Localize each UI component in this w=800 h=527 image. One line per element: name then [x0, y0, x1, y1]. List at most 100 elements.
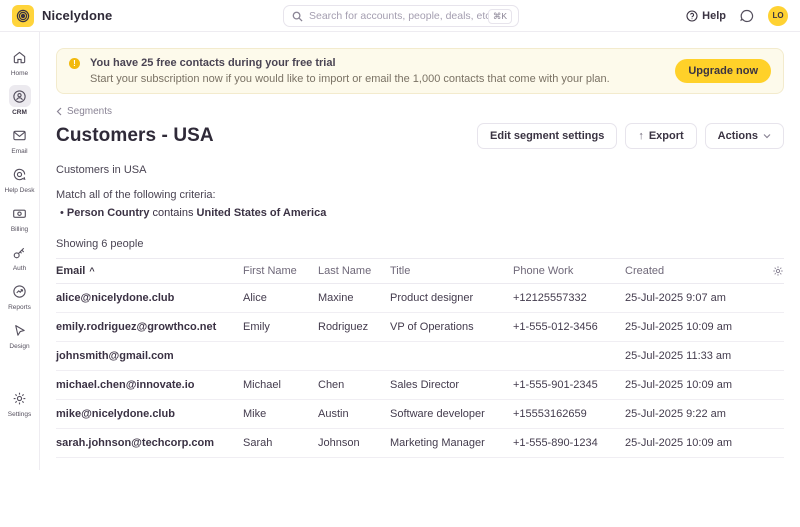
table-header: Email ^ First Name Last Name Title Phone… — [56, 258, 784, 284]
column-header-first-name[interactable]: First Name — [243, 265, 318, 277]
cell-created: 25-Jul-2025 10:09 am — [625, 379, 733, 391]
sidebar-label: Auth — [12, 265, 27, 272]
criteria-operator: contains — [152, 207, 194, 219]
email-icon — [9, 124, 31, 146]
sidebar-label: Home — [10, 70, 29, 77]
design-icon — [9, 319, 31, 341]
bullet: • — [60, 207, 64, 219]
cell-last-name: Johnson — [318, 437, 360, 449]
topbar: Nicelydone ⌘K Help LO — [0, 0, 800, 32]
trial-banner: ! You have 25 free contacts during your … — [56, 48, 784, 94]
sidebar-item-email[interactable]: Email — [0, 124, 40, 155]
sidebar-label: Settings — [7, 411, 32, 418]
help-button[interactable]: Help — [686, 10, 726, 22]
cell-first-name: Mike — [243, 408, 267, 420]
segment-description: Customers in USA — [56, 164, 147, 176]
cell-title: Product designer — [390, 292, 474, 304]
table-row[interactable]: alice@nicelydone.club Alice Maxine Produ… — [56, 284, 784, 313]
actions-label: Actions — [717, 130, 758, 142]
notification-icon[interactable] — [740, 9, 754, 23]
cell-title: VP of Operations — [390, 321, 474, 333]
auth-icon — [9, 241, 31, 263]
sidebar-item-help-desk[interactable]: Help Desk — [0, 163, 40, 194]
cell-email: alice@nicelydone.club — [56, 292, 175, 304]
cell-created: 25-Jul-2025 9:22 am — [625, 408, 726, 420]
cell-first-name: Alice — [243, 292, 267, 304]
cell-title: Marketing Manager — [390, 437, 485, 449]
cell-first-name: Sarah — [243, 437, 273, 449]
cell-last-name: Austin — [318, 408, 349, 420]
sidebar-label: CRM — [12, 109, 27, 116]
column-header-created[interactable]: Created — [625, 265, 760, 277]
user-avatar[interactable]: LO — [768, 5, 788, 26]
chevron-left-icon — [56, 107, 62, 116]
criteria-intro: Match all of the following criteria: — [56, 189, 216, 201]
actions-button[interactable]: Actions — [704, 123, 784, 149]
cell-email: emily.rodriguez@growthco.net — [56, 321, 217, 333]
breadcrumb-label: Segments — [67, 106, 113, 117]
brand-name: Nicelydone — [42, 8, 113, 23]
column-label: Email — [56, 265, 86, 277]
search-shortcut-badge: ⌘K — [487, 8, 512, 24]
table-row[interactable]: michael.chen@innovate.io Michael Chen Sa… — [56, 371, 784, 400]
reports-icon — [9, 280, 31, 302]
avatar-initials: LO — [772, 11, 784, 20]
help-label: Help — [702, 9, 726, 22]
cell-last-name: Chen — [318, 379, 345, 391]
criteria-value: United States of America — [196, 207, 327, 219]
crm-icon — [8, 85, 31, 107]
cell-phone-work: +12125557332 — [513, 292, 587, 304]
cell-email: sarah.johnson@techcorp.com — [56, 437, 215, 449]
sidebar-item-design[interactable]: Design — [0, 319, 40, 350]
column-settings-gear-icon[interactable] — [760, 265, 784, 277]
home-icon — [9, 46, 31, 68]
app-logo-icon — [12, 4, 34, 27]
cell-email: mike@nicelydone.club — [56, 408, 175, 420]
page-title: Customers - USA — [56, 125, 214, 146]
settings-gear-icon — [9, 387, 31, 409]
sidebar-label: Email — [11, 148, 28, 155]
edit-segment-settings-label: Edit segment settings — [490, 130, 605, 142]
export-label: Export — [648, 130, 684, 142]
table-row[interactable]: emily.rodriguez@growthco.net Emily Rodri… — [56, 313, 784, 342]
column-header-email[interactable]: Email ^ — [56, 265, 243, 277]
table-row[interactable]: johnsmith@gmail.com 25-Jul-2025 11:33 am — [56, 342, 784, 371]
column-header-phone-work[interactable]: Phone Work — [513, 265, 625, 277]
column-header-last-name[interactable]: Last Name — [318, 265, 390, 277]
cell-last-name: Maxine — [318, 292, 354, 304]
cell-first-name: Michael — [243, 379, 281, 391]
sidebar-item-settings[interactable]: Settings — [0, 387, 40, 418]
table-row[interactable]: mike@nicelydone.club Mike Austin Softwar… — [56, 400, 784, 429]
sidebar-item-reports[interactable]: Reports — [0, 280, 40, 311]
sort-asc-icon: ^ — [89, 266, 95, 276]
cell-created: 25-Jul-2025 9:07 am — [625, 292, 726, 304]
cell-title: Software developer — [390, 408, 485, 420]
banner-title: You have 25 free contacts during your fr… — [90, 57, 336, 69]
column-header-title[interactable]: Title — [390, 265, 513, 277]
sidebar-item-home[interactable]: Home — [0, 46, 40, 77]
help-desk-icon — [9, 163, 31, 185]
sidebar-item-billing[interactable]: Billing — [0, 202, 40, 233]
sidebar-item-crm[interactable]: CRM — [0, 85, 40, 116]
search-input[interactable] — [309, 10, 488, 22]
warning-icon: ! — [69, 58, 80, 69]
table-row[interactable]: sarah.johnson@techcorp.com Sarah Johnson… — [56, 429, 784, 458]
main-content: ! You have 25 free contacts during your … — [40, 32, 800, 527]
search-icon — [292, 11, 303, 22]
billing-icon — [9, 202, 31, 224]
export-button[interactable]: ↑ Export — [625, 123, 697, 149]
edit-segment-settings-button[interactable]: Edit segment settings — [477, 123, 618, 149]
upgrade-now-button[interactable]: Upgrade now — [675, 59, 771, 83]
cell-phone-work: +1-555-901-2345 — [513, 379, 598, 391]
cell-title: Sales Director — [390, 379, 460, 391]
cell-last-name: Rodriguez — [318, 321, 369, 333]
brand[interactable]: Nicelydone — [12, 4, 113, 27]
search-bar[interactable]: ⌘K — [283, 5, 519, 27]
cell-phone-work: +1-555-890-1234 — [513, 437, 598, 449]
sidebar-label: Help Desk — [4, 187, 35, 194]
breadcrumb[interactable]: Segments — [56, 106, 112, 117]
help-icon — [686, 9, 698, 22]
chevron-down-icon — [763, 134, 771, 139]
sidebar-label: Reports — [8, 304, 31, 311]
sidebar-item-auth[interactable]: Auth — [0, 241, 40, 272]
